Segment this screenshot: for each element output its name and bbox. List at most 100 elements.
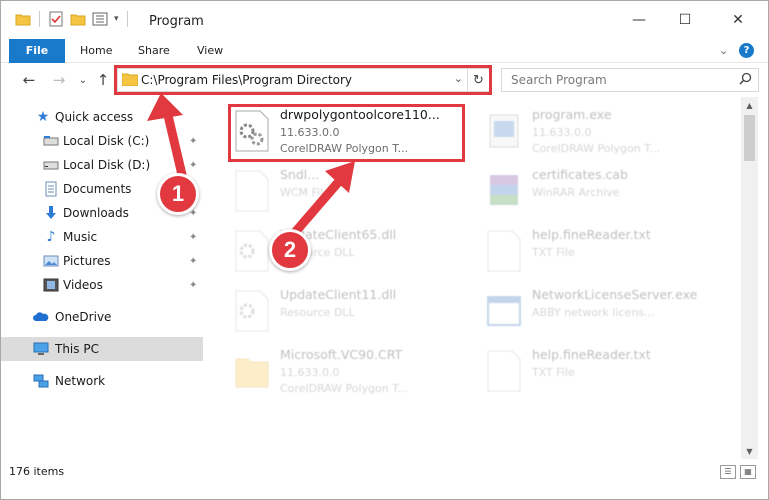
- details-view-icon[interactable]: ☰: [720, 465, 736, 479]
- properties-icon[interactable]: [48, 11, 64, 27]
- txt-icon: [487, 230, 521, 272]
- file-type: WinRAR Archive: [532, 186, 620, 199]
- large-icons-view-icon[interactable]: ▦: [740, 465, 756, 479]
- winrar-icon: [490, 175, 518, 205]
- step-2-badge: 2: [269, 229, 311, 271]
- sidebar-item-label: Quick access: [55, 110, 134, 124]
- cloud-icon: [33, 312, 49, 321]
- network-icon: [33, 374, 49, 388]
- navigation-bar: ← → ⌄ ↑ C:\Program Files\Program Directo…: [1, 63, 768, 97]
- file-tile-updateclient11[interactable]: UpdateClient11.dll Resource DLL: [232, 285, 472, 345]
- search-box[interactable]: [501, 68, 759, 92]
- pin-icon[interactable]: ✦: [189, 136, 197, 147]
- sidebar-item-label: Pictures: [63, 254, 111, 268]
- minimize-button[interactable]: —: [616, 1, 662, 39]
- star-icon: ★: [36, 109, 50, 125]
- sidebar-item-label: Downloads: [63, 206, 129, 220]
- help-icon[interactable]: ?: [739, 43, 754, 58]
- sidebar-item-this-pc[interactable]: This PC: [1, 337, 203, 361]
- drive-icon: [43, 161, 59, 170]
- file-name: help.fineReader.txt: [532, 227, 651, 242]
- file-type: Resource DLL: [280, 306, 355, 319]
- search-input[interactable]: [511, 70, 731, 90]
- search-icon[interactable]: [739, 72, 752, 85]
- file-tile-networklicenseserver[interactable]: NetworkLicenseServer.exe ABBY network li…: [484, 285, 724, 345]
- recent-locations-button[interactable]: ⌄: [73, 70, 93, 90]
- qat-divider: [126, 11, 128, 27]
- file-name: certificates.cab: [532, 167, 629, 182]
- file-description: CorelDRAW Polygon T...: [280, 382, 409, 395]
- file-tile-program-exe[interactable]: program.exe 11.633.0.0 CorelDRAW Polygon…: [484, 105, 724, 165]
- view-options-icon[interactable]: [92, 11, 108, 27]
- ribbon-tabs: File Home Share View ⌄ ?: [1, 39, 768, 99]
- new-folder-icon[interactable]: [70, 11, 86, 27]
- file-tile-wcm[interactable]: Sndl... WCM File: [232, 165, 472, 225]
- vertical-scrollbar[interactable]: ▲ ▼: [741, 97, 758, 459]
- tab-view[interactable]: View: [197, 39, 223, 63]
- step-1-badge: 1: [157, 173, 199, 215]
- scroll-up-icon[interactable]: ▲: [741, 97, 758, 113]
- file-icon: [235, 170, 269, 212]
- address-highlight-box: [114, 65, 492, 95]
- quick-access-toolbar: ▾: [15, 11, 130, 27]
- sidebar-item-label: Local Disk (D:): [63, 158, 151, 172]
- sidebar-item-local-disk-c[interactable]: Local Disk (C:) ✦: [1, 129, 203, 153]
- sidebar-item-label: Local Disk (C:): [63, 134, 150, 148]
- tab-share[interactable]: Share: [138, 39, 170, 63]
- file-tile-help-txt-2[interactable]: help.fineReader.txt TXT File: [484, 345, 724, 405]
- music-icon: ♪: [46, 229, 56, 245]
- sidebar-item-label: This PC: [55, 342, 99, 356]
- window-title: Program: [149, 14, 204, 29]
- file-name: NetworkLicenseServer.exe: [532, 287, 698, 302]
- file-name: program.exe: [532, 107, 612, 122]
- sidebar-item-quick-access[interactable]: ★ Quick access: [1, 105, 203, 129]
- qat-customize-icon[interactable]: ▾: [114, 14, 119, 24]
- title-bar: ▾ Program — ☐ ✕: [1, 1, 768, 39]
- forward-button[interactable]: →: [49, 70, 69, 90]
- sidebar-item-videos[interactable]: Videos ✦: [1, 273, 203, 297]
- sidebar-item-label: Videos: [63, 278, 103, 292]
- status-bar: 176 items ☰ ▦: [1, 459, 768, 485]
- file-name: UpdateClient11.dll: [280, 287, 397, 302]
- downloads-icon: [46, 206, 56, 219]
- file-version: 11.633.0.0: [532, 126, 592, 139]
- file-tile-microsoft-vc90-crt[interactable]: Microsoft.VC90.CRT 11.633.0.0 CorelDRAW …: [232, 345, 472, 405]
- file-type: WCM File: [280, 186, 330, 199]
- close-button[interactable]: ✕: [715, 1, 761, 39]
- pictures-icon: [43, 255, 59, 267]
- pin-icon[interactable]: ✦: [189, 232, 197, 243]
- sidebar-item-onedrive[interactable]: OneDrive: [1, 305, 203, 329]
- qat-divider: [39, 11, 40, 27]
- sidebar-item-label: OneDrive: [55, 310, 112, 324]
- pin-icon[interactable]: ✦: [189, 280, 197, 291]
- tab-home[interactable]: Home: [80, 39, 112, 63]
- app-window-icon: [487, 296, 521, 326]
- folder-icon: [235, 358, 269, 388]
- pin-icon[interactable]: ✦: [189, 160, 197, 171]
- drive-icon: [43, 136, 59, 146]
- file-name: Microsoft.VC90.CRT: [280, 347, 403, 362]
- exe-icon: [489, 114, 519, 148]
- file-name: help.fineReader.txt: [532, 347, 651, 362]
- up-button[interactable]: ↑: [93, 70, 113, 90]
- file-tile-help-txt[interactable]: help.fineReader.txt TXT File: [484, 225, 724, 285]
- sidebar-item-music[interactable]: ♪ Music ✦: [1, 225, 203, 249]
- sidebar-item-network[interactable]: Network: [1, 369, 203, 393]
- scrollbar-thumb[interactable]: [744, 115, 755, 161]
- ribbon-collapse-icon[interactable]: ⌄: [719, 39, 728, 63]
- scroll-down-icon[interactable]: ▼: [741, 443, 758, 459]
- file-type: TXT File: [532, 246, 575, 259]
- dll-gear-icon: [235, 290, 269, 332]
- sidebar-item-label: Network: [55, 374, 106, 388]
- view-switcher: ☰ ▦: [720, 465, 756, 479]
- back-button[interactable]: ←: [19, 70, 39, 90]
- sidebar-item-pictures[interactable]: Pictures ✦: [1, 249, 203, 273]
- file-description: CorelDRAW Polygon T...: [532, 142, 661, 155]
- explorer-window: ▾ Program — ☐ ✕ File Home Share View ⌄ ?…: [0, 0, 769, 500]
- pin-icon[interactable]: ✦: [189, 256, 197, 267]
- maximize-button[interactable]: ☐: [662, 1, 708, 39]
- file-tile-updateclient65[interactable]: UpdateClient65.dll Resource DLL: [232, 225, 472, 285]
- txt-icon: [487, 350, 521, 392]
- file-type: ABBY network licens...: [532, 306, 655, 319]
- file-tile-certificates-cab[interactable]: certificates.cab WinRAR Archive: [484, 165, 724, 225]
